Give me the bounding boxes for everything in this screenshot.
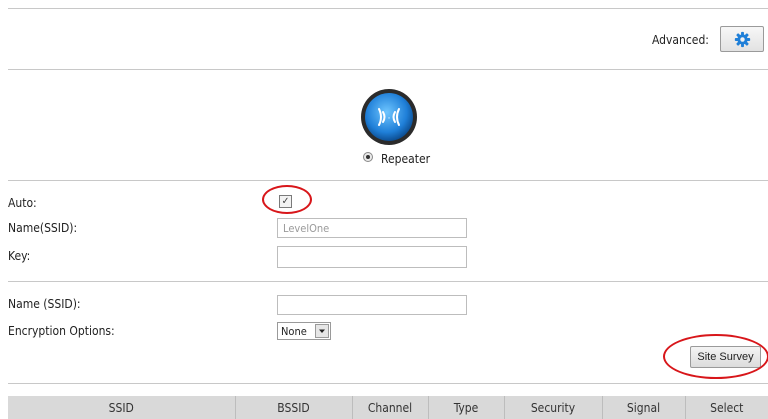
column-header-signal: Signal <box>602 396 686 419</box>
key-label: Key: <box>8 249 31 263</box>
encryption-select[interactable]: None <box>277 322 331 340</box>
column-header-bssid: BSSID <box>235 396 353 419</box>
auto-label: Auto: <box>8 196 37 210</box>
encryption-label: Encryption Options: <box>8 324 115 338</box>
table-header-row: SSID BSSID Channel Type Security Signal … <box>8 396 768 419</box>
advanced-label: Advanced: <box>652 33 709 47</box>
header-divider <box>8 69 768 70</box>
name-ssid-label: Name(SSID): <box>8 221 78 235</box>
form-divider <box>8 281 768 282</box>
table-divider <box>8 383 768 384</box>
auto-checkbox[interactable]: ✓ <box>279 195 292 208</box>
name-ssid2-label: Name (SSID): <box>8 297 81 311</box>
repeater-label: Repeater <box>381 152 431 166</box>
mode-divider <box>8 180 768 181</box>
encryption-select-value: None <box>281 325 307 338</box>
advanced-settings-button[interactable] <box>720 26 764 52</box>
chevron-down-icon[interactable] <box>315 324 329 338</box>
column-header-channel: Channel <box>352 396 429 419</box>
column-header-security: Security <box>504 396 603 419</box>
column-header-select: Select <box>685 396 768 419</box>
wireless-repeater-icon: · <box>360 88 418 146</box>
column-header-type: Type <box>428 396 505 419</box>
svg-text:·: · <box>388 114 391 124</box>
name-ssid-field[interactable] <box>277 218 467 238</box>
site-survey-button[interactable]: Site Survey <box>690 346 761 368</box>
name-ssid2-field[interactable] <box>277 295 467 315</box>
top-divider <box>8 8 768 9</box>
site-survey-table: SSID BSSID Channel Type Security Signal … <box>8 396 768 419</box>
gear-icon <box>734 31 751 51</box>
column-header-ssid: SSID <box>8 396 236 419</box>
repeater-radio[interactable] <box>363 152 373 162</box>
key-field[interactable] <box>277 246 467 268</box>
